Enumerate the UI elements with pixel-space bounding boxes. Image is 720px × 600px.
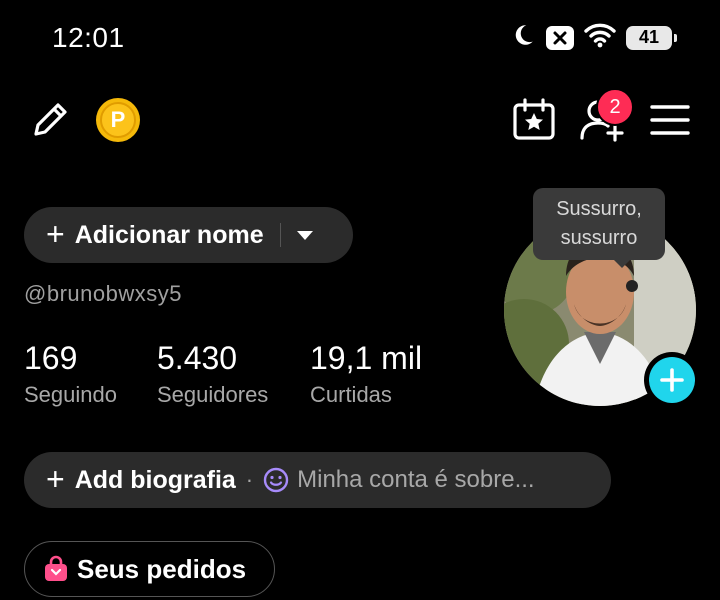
your-orders-label: Seus pedidos bbox=[77, 553, 247, 584]
bio-placeholder: Minha conta é sobre... bbox=[297, 466, 535, 493]
add-story-button[interactable] bbox=[644, 352, 700, 408]
followers-count[interactable]: 5.430 bbox=[157, 340, 237, 377]
coin-icon: P bbox=[100, 102, 136, 138]
x-notification-icon bbox=[546, 25, 574, 50]
smiley-icon bbox=[263, 467, 289, 493]
status-icons: 41 bbox=[510, 22, 677, 53]
plus-icon bbox=[649, 357, 695, 403]
status-time: 12:01 bbox=[52, 22, 125, 53]
following-count[interactable]: 169 bbox=[24, 340, 77, 377]
add-name-button[interactable]: + Adicionar nome bbox=[24, 207, 353, 263]
separator: · bbox=[245, 467, 254, 492]
edit-pencil-button[interactable] bbox=[28, 98, 72, 147]
menu-button[interactable] bbox=[650, 104, 690, 141]
coin-button[interactable]: P bbox=[96, 98, 140, 142]
tooltip-tail bbox=[612, 258, 632, 268]
pencil-icon bbox=[28, 98, 72, 147]
moon-icon bbox=[510, 22, 536, 53]
add-bio-button[interactable]: + Add biografia · Minha conta é sobre... bbox=[24, 452, 611, 508]
tooltip: Sussurro, sussurro bbox=[533, 188, 665, 260]
battery-level: 41 bbox=[638, 27, 660, 47]
likes-label[interactable]: Curtidas bbox=[310, 382, 392, 408]
calendar-star-icon bbox=[512, 98, 556, 147]
coin-letter: P bbox=[110, 107, 126, 132]
plus-icon: + bbox=[46, 215, 65, 252]
divider bbox=[279, 223, 281, 247]
add-name-label: Adicionar nome bbox=[74, 220, 264, 249]
calendar-button[interactable] bbox=[512, 98, 556, 147]
followers-label[interactable]: Seguidores bbox=[157, 382, 268, 408]
wifi-icon bbox=[584, 22, 616, 53]
your-orders-button[interactable]: Seus pedidos bbox=[24, 541, 275, 597]
add-bio-label: Add biografia bbox=[74, 465, 236, 494]
notification-badge: 2 bbox=[596, 88, 634, 126]
battery-icon: 41 bbox=[626, 25, 677, 50]
chevron-down-icon[interactable] bbox=[296, 230, 313, 240]
following-label[interactable]: Seguindo bbox=[24, 382, 117, 408]
plus-icon: + bbox=[46, 460, 65, 497]
hamburger-menu-icon bbox=[650, 104, 690, 141]
username: @brunobwxsy5 bbox=[24, 281, 182, 306]
likes-count[interactable]: 19,1 mil bbox=[310, 340, 422, 377]
shopping-bag-icon bbox=[43, 555, 69, 583]
